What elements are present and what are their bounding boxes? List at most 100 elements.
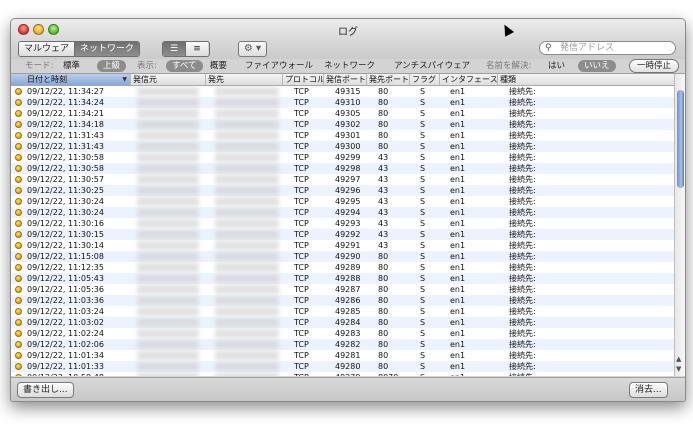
column-header-interface[interactable]: インタフェース bbox=[440, 74, 498, 85]
pause-button[interactable]: 一時停止 bbox=[629, 59, 680, 73]
redacted-source-address bbox=[137, 109, 199, 118]
redacted-source-address bbox=[137, 285, 199, 294]
column-header-flags[interactable]: フラグ bbox=[410, 74, 440, 85]
cell-flag: S bbox=[420, 208, 426, 217]
cell-source-port: 49302 bbox=[335, 120, 361, 129]
table-row[interactable]: 09/12/22, 11:30:15 TCP 49292 43 Sen1 接続先: bbox=[11, 229, 674, 240]
segment-malware[interactable]: マルウェア bbox=[19, 42, 75, 56]
cell-source-port: 49291 bbox=[335, 241, 361, 250]
table-row[interactable]: 09/12/22, 11:12:35 TCP 49289 80 Sen1 接続先: bbox=[11, 262, 674, 273]
cell-destination-port: 80 bbox=[378, 263, 389, 272]
cell-datetime: 09/12/22, 11:05:36 bbox=[27, 285, 104, 294]
table-row[interactable]: 09/12/22, 11:30:24 TCP 49295 43 Sen1 接続先: bbox=[11, 196, 674, 207]
status-dot-icon bbox=[15, 253, 22, 260]
view-mode-segmented-control: ☰ ≡ bbox=[162, 41, 210, 57]
table-row[interactable]: 09/12/22, 11:31:43 TCP 49301 80 Sen1 接続先: bbox=[11, 130, 674, 141]
cell-destination-port: 80 bbox=[378, 340, 389, 349]
table-row[interactable]: 09/12/22, 11:02:06 TCP 49282 80 Sen1 接続先: bbox=[11, 339, 674, 350]
display-network-option[interactable]: ネットワーク bbox=[324, 59, 375, 73]
redacted-destination-address bbox=[215, 219, 279, 228]
table-row[interactable]: 09/12/22, 11:30:24 TCP 49294 43 Sen1 接続先: bbox=[11, 207, 674, 218]
column-header-source-port[interactable]: 発信ポート bbox=[324, 74, 367, 85]
table-row[interactable]: 09/12/22, 11:34:21 TCP 49305 80 Sen1 接続先: bbox=[11, 108, 674, 119]
redacted-destination-address bbox=[215, 131, 279, 140]
clear-button[interactable]: 消去... bbox=[629, 382, 668, 398]
scroll-up-arrow-icon[interactable]: ▲ bbox=[676, 355, 681, 363]
search-icon: ⚲ bbox=[545, 43, 552, 53]
table-row[interactable]: 09/12/22, 11:30:16 TCP 49293 43 Sen1 接続先: bbox=[11, 218, 674, 229]
export-button[interactable]: 書き出し... bbox=[17, 382, 74, 398]
cell-type: 接続先: bbox=[509, 131, 536, 140]
table-row[interactable]: 09/12/22, 11:30:58 TCP 49299 43 Sen1 接続先: bbox=[11, 152, 674, 163]
cell-source-port: 49287 bbox=[335, 285, 361, 294]
resolve-no-option[interactable]: いいえ bbox=[578, 60, 616, 72]
segment-network[interactable]: ネットワーク bbox=[74, 42, 140, 56]
scroll-thumb[interactable] bbox=[677, 90, 684, 188]
cell-interface: en1 bbox=[450, 186, 466, 195]
column-header-datetime[interactable]: 日付と時刻 ▼ bbox=[11, 74, 131, 85]
table-row[interactable]: 09/12/22, 11:30:25 TCP 49296 43 Sen1 接続先: bbox=[11, 185, 674, 196]
table-row[interactable]: 09/12/22, 11:01:34 TCP 49281 80 Sen1 接続先: bbox=[11, 350, 674, 361]
table-row[interactable]: 09/12/22, 11:03:24 TCP 49285 80 Sen1 接続先: bbox=[11, 306, 674, 317]
scroll-down-arrow-icon[interactable]: ▼ bbox=[676, 365, 681, 373]
status-dot-icon bbox=[15, 176, 22, 183]
search-field[interactable]: ⚲ 発信アドレス bbox=[539, 41, 676, 55]
table-row[interactable]: 09/12/22, 11:34:18 TCP 49302 80 Sen1 接続先: bbox=[11, 119, 674, 130]
redacted-source-address bbox=[137, 120, 199, 129]
table-row[interactable]: 09/12/22, 11:30:58 TCP 49298 43 Sen1 接続先: bbox=[11, 163, 674, 174]
detail-view-icon[interactable]: ≡ bbox=[185, 42, 208, 56]
cell-type: 接続先: bbox=[509, 153, 536, 162]
cell-flag: S bbox=[420, 219, 426, 228]
status-dot-icon bbox=[15, 132, 22, 139]
table-row[interactable]: 09/12/22, 11:34:24 TCP 49310 80 Sen1 接続先: bbox=[11, 97, 674, 108]
table-row[interactable]: 09/12/22, 11:15:08 TCP 49290 80 Sen1 接続先: bbox=[11, 251, 674, 262]
display-firewall-option[interactable]: ファイアウォール bbox=[245, 59, 313, 73]
table-row[interactable]: 09/12/22, 11:05:43 TCP 49288 80 Sen1 接続先: bbox=[11, 273, 674, 284]
table-row[interactable]: 09/12/22, 11:03:36 TCP 49286 80 Sen1 接続先: bbox=[11, 295, 674, 306]
cell-datetime: 09/12/22, 11:30:25 bbox=[27, 186, 104, 195]
table-row[interactable]: 09/12/22, 11:31:43 TCP 49300 80 Sen1 接続先: bbox=[11, 141, 674, 152]
column-header-type[interactable]: 種類 bbox=[498, 74, 674, 85]
cell-type: 接続先: bbox=[509, 362, 536, 371]
cell-interface: en1 bbox=[450, 120, 466, 129]
gear-icon[interactable]: ⚙ ▾ bbox=[238, 41, 267, 57]
mode-standard-option[interactable]: 標準 bbox=[63, 59, 80, 73]
mode-advanced-option[interactable]: 上級 bbox=[97, 60, 127, 72]
redacted-source-address bbox=[137, 241, 199, 250]
cell-protocol: TCP bbox=[294, 285, 309, 294]
column-header-destination[interactable]: 発先 bbox=[206, 74, 283, 85]
status-dot-icon bbox=[15, 341, 22, 348]
cell-type: 接続先: bbox=[509, 307, 536, 316]
cell-destination-port: 80 bbox=[378, 109, 389, 118]
redacted-source-address bbox=[137, 230, 199, 239]
cell-source-port: 49286 bbox=[335, 296, 361, 305]
display-summary-option[interactable]: 概要 bbox=[210, 59, 227, 73]
table-row[interactable]: 09/12/22, 11:34:27 TCP 49315 80 Sen1 接続先: bbox=[11, 86, 674, 97]
column-header-protocol[interactable]: プロトコル bbox=[283, 74, 324, 85]
table-row[interactable]: 09/12/22, 11:02:24 TCP 49283 80 Sen1 接続先: bbox=[11, 328, 674, 339]
redacted-source-address bbox=[137, 362, 199, 371]
cell-datetime: 09/12/22, 11:34:18 bbox=[27, 120, 104, 129]
table-row[interactable]: 09/12/22, 10:59:48 TCP 49279 8079 Sen1 接続先: bbox=[11, 372, 674, 376]
display-antispyware-option[interactable]: アンチスパイウェア bbox=[394, 59, 470, 73]
cell-source-port: 49297 bbox=[335, 175, 361, 184]
table-row[interactable]: 09/12/22, 11:03:02 TCP 49284 80 Sen1 接続先: bbox=[11, 317, 674, 328]
column-header-source[interactable]: 発信元 bbox=[131, 74, 206, 85]
cell-flag: S bbox=[420, 120, 426, 129]
resolve-yes-option[interactable]: はい bbox=[548, 59, 565, 73]
table-row[interactable]: 09/12/22, 11:30:57 TCP 49297 43 Sen1 接続先: bbox=[11, 174, 674, 185]
status-dot-icon bbox=[15, 209, 22, 216]
title-bar[interactable]: ログ bbox=[11, 19, 685, 41]
table-row[interactable]: 09/12/22, 11:30:14 TCP 49291 43 Sen1 接続先: bbox=[11, 240, 674, 251]
cell-source-port: 49288 bbox=[335, 274, 361, 283]
cell-type: 接続先: bbox=[509, 263, 536, 272]
table-row[interactable]: 09/12/22, 11:05:36 TCP 49287 80 Sen1 接続先: bbox=[11, 284, 674, 295]
vertical-scrollbar[interactable]: ▲ ▼ bbox=[674, 74, 685, 376]
cell-destination-port: 80 bbox=[378, 318, 389, 327]
column-header-destination-port[interactable]: 発先ポート bbox=[367, 74, 410, 85]
display-all-option[interactable]: すべて bbox=[166, 60, 203, 72]
list-view-icon[interactable]: ☰ bbox=[163, 42, 185, 56]
table-row[interactable]: 09/12/22, 11:01:33 TCP 49280 80 Sen1 接続先: bbox=[11, 361, 674, 372]
redacted-destination-address bbox=[215, 208, 279, 217]
status-dot-icon bbox=[15, 374, 22, 376]
